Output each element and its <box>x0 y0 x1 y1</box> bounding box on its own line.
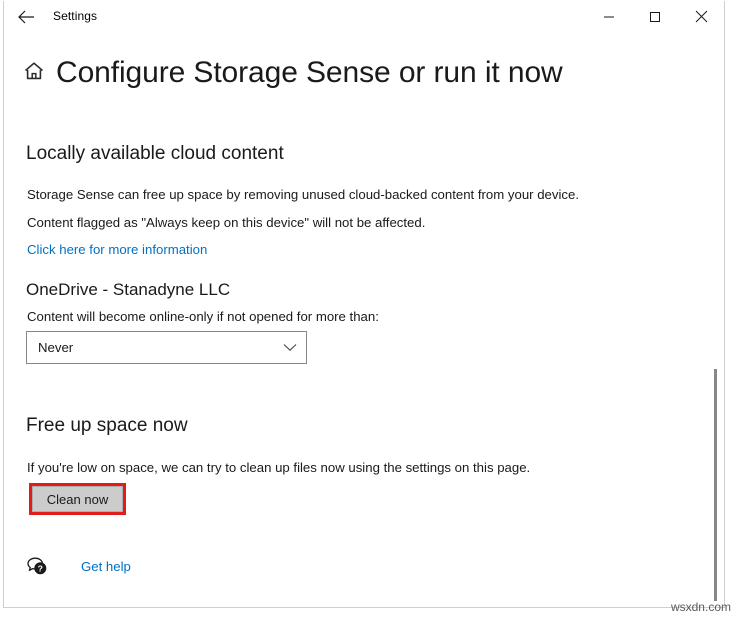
vertical-scrollbar[interactable] <box>710 32 724 607</box>
cloud-content-heading: Locally available cloud content <box>26 143 284 165</box>
cloud-description-line-2: Content flagged as "Always keep on this … <box>27 215 425 230</box>
watermark: wsxdn.com <box>671 600 731 614</box>
free-up-space-heading: Free up space now <box>26 415 188 437</box>
home-button[interactable] <box>4 61 56 86</box>
minimize-button[interactable] <box>586 1 632 32</box>
help-speech-bubble-icon: ? <box>26 555 50 577</box>
maximize-icon <box>649 11 661 23</box>
onedrive-account-name: OneDrive - Stanadyne LLC <box>26 280 230 300</box>
close-button[interactable] <box>678 1 724 32</box>
onedrive-description: Content will become online-only if not o… <box>27 309 379 324</box>
minimize-icon <box>603 11 615 23</box>
page-header: Configure Storage Sense or run it now <box>4 49 724 97</box>
svg-text:?: ? <box>38 563 43 573</box>
dropdown-selected-value: Never <box>27 340 274 355</box>
chevron-down-icon <box>274 343 306 352</box>
app-title: Settings <box>53 1 97 32</box>
get-help-label: Get help <box>81 559 131 574</box>
back-arrow-icon <box>18 10 35 24</box>
clean-now-button[interactable]: Clean now <box>32 486 123 512</box>
close-icon <box>695 10 708 23</box>
settings-window: Settings <box>3 1 725 608</box>
maximize-button[interactable] <box>632 1 678 32</box>
page-title: Configure Storage Sense or run it now <box>56 56 563 90</box>
cloud-description-line-1: Storage Sense can free up space by remov… <box>27 187 579 202</box>
online-only-threshold-dropdown[interactable]: Never <box>26 331 307 364</box>
window-controls <box>586 1 724 32</box>
title-bar: Settings <box>4 1 724 32</box>
clean-now-highlight-annotation: Clean now <box>29 483 126 515</box>
home-icon <box>23 61 45 86</box>
vertical-scroll-thumb[interactable] <box>714 369 717 601</box>
content-area: Locally available cloud content Storage … <box>4 97 724 607</box>
get-help-link[interactable]: ? Get help <box>26 555 131 577</box>
more-information-link[interactable]: Click here for more information <box>27 242 207 257</box>
free-up-space-description: If you're low on space, we can try to cl… <box>27 460 530 475</box>
back-button[interactable] <box>4 1 48 32</box>
